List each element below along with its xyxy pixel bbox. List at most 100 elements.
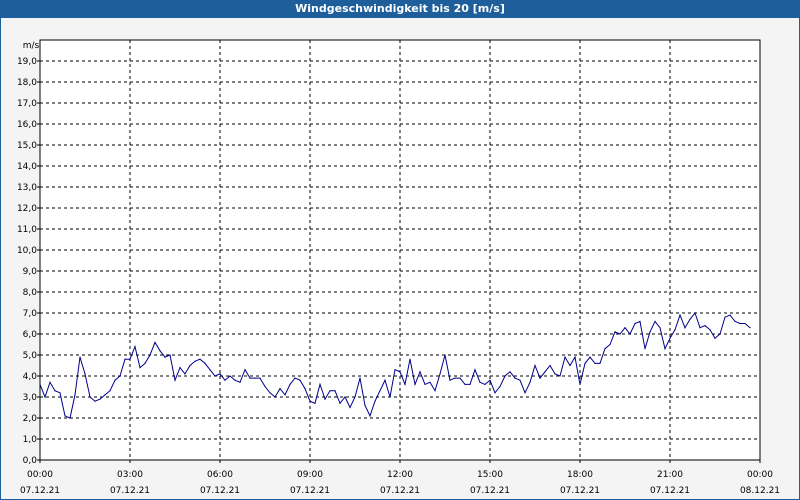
data-point [649, 331, 651, 333]
data-point [519, 379, 521, 381]
grid-lines [40, 40, 760, 460]
data-point [274, 396, 276, 398]
data-point [99, 398, 101, 400]
x-tick-date-label: 07.12.21 [650, 486, 690, 496]
data-point [199, 358, 201, 360]
data-point [139, 367, 141, 369]
data-point [54, 390, 56, 392]
y-tick-label: 9,0 [23, 267, 38, 277]
data-point [554, 373, 556, 375]
data-point [344, 396, 346, 398]
data-point [144, 362, 146, 364]
data-point [604, 348, 606, 350]
data-point [249, 377, 251, 379]
data-point [594, 362, 596, 364]
data-point [719, 333, 721, 335]
data-point [484, 383, 486, 385]
data-point [169, 354, 171, 356]
y-tick-label: 14,0 [17, 162, 37, 172]
x-tick-date-label: 07.12.21 [290, 486, 330, 496]
y-tick-label: 7,0 [23, 309, 38, 319]
data-point [234, 379, 236, 381]
data-point [254, 377, 256, 379]
x-tick-date-label: 08.12.21 [740, 486, 780, 496]
data-point [319, 383, 321, 385]
y-tick-label: 17,0 [17, 99, 37, 109]
data-point [229, 375, 231, 377]
data-point [154, 341, 156, 343]
data-point [259, 377, 261, 379]
data-point [134, 346, 136, 348]
data-point [674, 329, 676, 331]
data-point [654, 320, 656, 322]
data-point [159, 350, 161, 352]
x-tick-time-label: 06:00 [207, 470, 233, 480]
x-tick-time-label: 00:00 [27, 470, 53, 480]
data-point [304, 388, 306, 390]
data-point [224, 379, 226, 381]
x-tick-time-label: 18:00 [567, 470, 593, 480]
data-point [414, 383, 416, 385]
x-tick-time-label: 00:00 [747, 470, 773, 480]
data-point [174, 379, 176, 381]
data-point [399, 371, 401, 373]
data-point [694, 312, 696, 314]
data-point [209, 369, 211, 371]
data-point [629, 333, 631, 335]
x-tick-time-label: 15:00 [477, 470, 503, 480]
data-point [64, 415, 66, 417]
data-point [329, 390, 331, 392]
data-point [469, 383, 471, 385]
data-point [49, 381, 51, 383]
data-point [364, 404, 366, 406]
x-axis: 00:00 07.12.21 03:00 07.12.21 06:00 07.12.21 0… [20, 460, 780, 496]
data-point [239, 381, 241, 383]
y-tick-label: 4,0 [23, 372, 38, 382]
data-point [179, 367, 181, 369]
data-point [569, 364, 571, 367]
data-point [314, 402, 316, 404]
data-point [294, 377, 296, 379]
data-point [444, 354, 446, 356]
data-point [79, 356, 81, 358]
data-point [704, 325, 706, 327]
data-point [374, 400, 376, 402]
x-tick-date-label: 07.12.21 [20, 486, 60, 496]
data-point [659, 327, 661, 329]
y-tick-label: 10,0 [17, 246, 37, 256]
data-point [489, 379, 491, 381]
data-point [454, 377, 456, 379]
data-point [599, 362, 601, 364]
y-axis: 0,0 1,0 2,0 3,0 4,0 5,0 6,0 7,0 8,0 9,0 10,0 11,0 12… [17, 57, 40, 466]
data-point [324, 398, 326, 400]
x-tick-date-label: 07.12.21 [470, 486, 510, 496]
data-point [714, 337, 716, 339]
data-point [499, 385, 501, 388]
data-point [564, 356, 566, 358]
data-point [189, 364, 191, 367]
data-point [379, 390, 381, 392]
data-point [124, 358, 126, 360]
y-tick-label: 13,0 [17, 183, 37, 193]
data-point [669, 337, 671, 339]
data-point [589, 356, 591, 358]
data-point [524, 392, 526, 394]
y-tick-label: 1,0 [23, 435, 38, 445]
data-point [459, 377, 461, 379]
data-point [219, 373, 221, 375]
data-point [439, 373, 441, 375]
data-point [579, 383, 581, 385]
y-tick-label: 8,0 [23, 288, 38, 298]
x-tick-time-label: 12:00 [387, 470, 413, 480]
data-point [574, 356, 576, 358]
data-point [624, 327, 626, 329]
y-tick-label: 3,0 [23, 393, 38, 403]
data-point [744, 322, 746, 325]
data-point [279, 388, 281, 390]
data-point [664, 348, 666, 350]
data-point [204, 362, 206, 364]
y-tick-label: 16,0 [17, 120, 37, 130]
data-point [534, 364, 536, 367]
data-point [129, 358, 131, 360]
data-point [114, 379, 116, 381]
